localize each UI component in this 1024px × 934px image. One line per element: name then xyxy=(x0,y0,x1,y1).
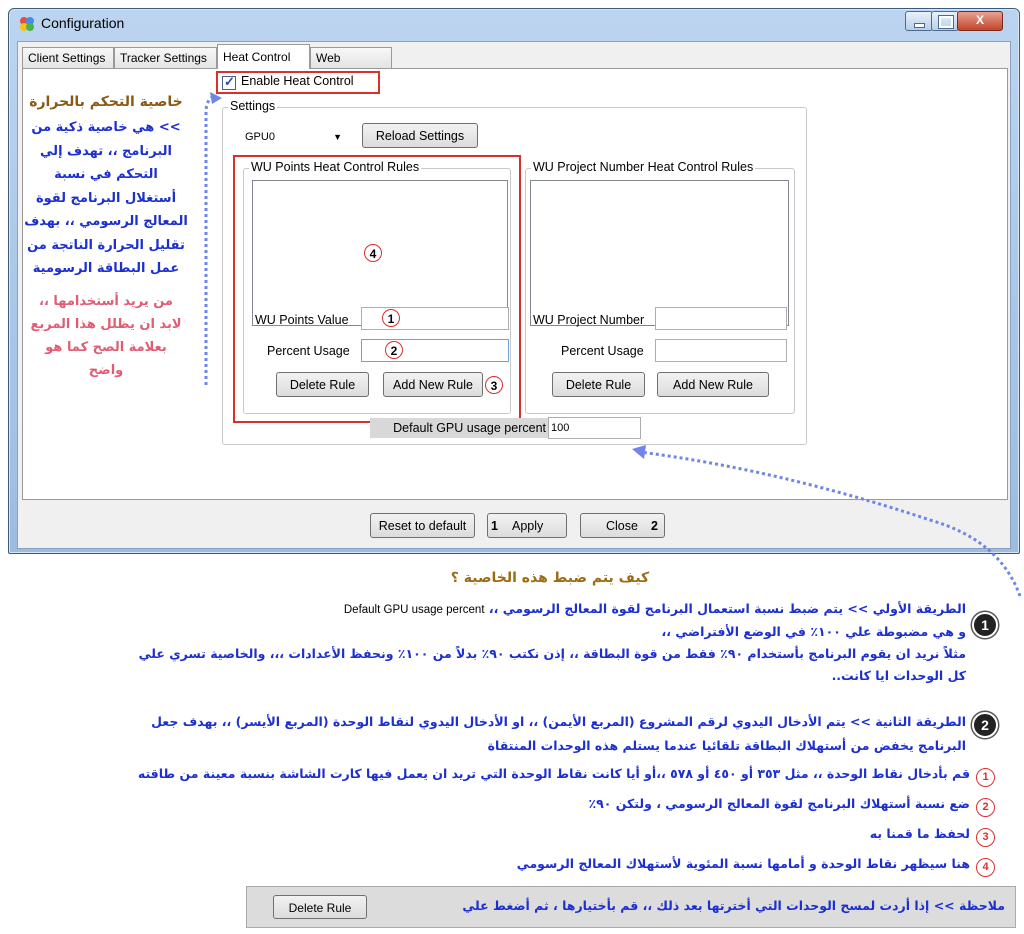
step-3-number: 3 xyxy=(976,828,995,847)
method-2-line-2: البرنامج يخفض من أستهلاك البطاقة تلقائيا… xyxy=(487,738,966,753)
method-1-line-4: كل الوحدات ايا كانت.. xyxy=(831,668,966,683)
note-bar: Delete Rule ملاحظة >> إذا أردت لمسح الوح… xyxy=(246,886,1016,928)
step-1-number: 1 xyxy=(976,768,995,787)
how-to-title: كيف يتم ضبط هذه الخاصية ؟ xyxy=(450,570,650,586)
note-delete-rule-button: Delete Rule xyxy=(273,895,367,919)
method-2-line-1: الطريقة الثانية >> يتم الأدخال اليدوي لر… xyxy=(151,714,966,729)
step-2-text: ضع نسبة أستهلاك البرنامج لقوة المعالج ال… xyxy=(588,796,970,811)
tab-heat-control[interactable]: Heat Control xyxy=(217,44,310,69)
step-4-number: 4 xyxy=(976,858,995,877)
method-1-line-3: مثلاً نريد ان يقوم البرنامج بأستخدام ٩٠٪… xyxy=(138,646,966,661)
method-1-line-2: و هي مضبوطة علي ١٠٠٪ في الوضع الأفتراضي … xyxy=(661,624,967,639)
method-1-line-1: الطريقة الأولي >> يتم ضبط نسبة استعمال ا… xyxy=(20,598,966,621)
method-2-number: 2 xyxy=(972,712,998,738)
step-2-number: 2 xyxy=(976,798,995,817)
step-4-text: هنا سيظهر نقاط الوحدة و أمامها نسبة المئ… xyxy=(516,856,970,871)
method-1-number: 1 xyxy=(972,612,998,638)
step-1-text: قم بأدخال نقاط الوحدة ،، مثل ٣٥٣ أو ٤٥٠ … xyxy=(137,766,970,781)
method-1-line-1-ar: الطريقة الأولي >> يتم ضبط نسبة استعمال ا… xyxy=(488,601,966,616)
annotation-arrows xyxy=(204,92,1022,597)
note-text: ملاحظة >> إذا أردت لمسح الوحدات التي أخت… xyxy=(462,898,1005,913)
method-1-line-1-en: Default GPU usage percent xyxy=(343,604,485,616)
method-1-text: الطريقة الأولي >> يتم ضبط نسبة استعمال ا… xyxy=(20,598,966,687)
method-2-text: الطريقة الثانية >> يتم الأدخال اليدوي لر… xyxy=(20,710,966,758)
step-3-text: لحفظ ما قمنا به xyxy=(869,826,970,841)
